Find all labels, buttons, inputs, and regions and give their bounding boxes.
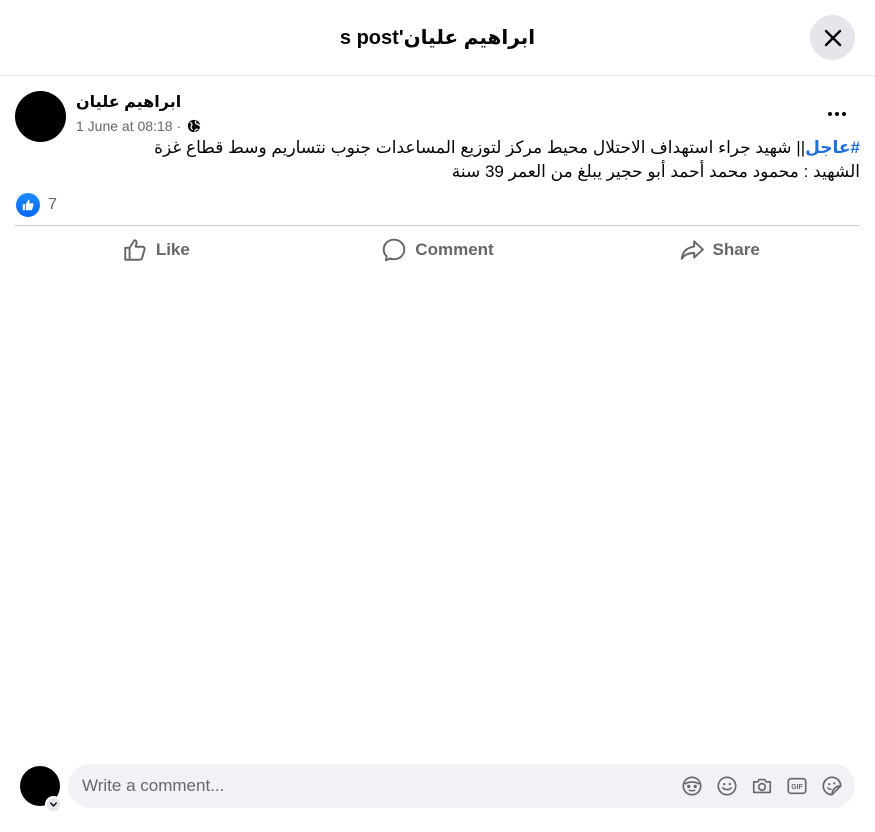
more-dot <box>835 112 839 116</box>
avatar-sticker-icon[interactable] <box>679 773 705 799</box>
post-line-1-text: || شهيد جراء استهداف الاحتلال محيط مركز … <box>154 138 806 157</box>
post-line-2: الشهيد : محمود محمد أحمد أبو حجير يبلغ م… <box>451 162 860 181</box>
author-name[interactable]: ابراهيم عليان <box>76 92 181 112</box>
comment-input[interactable] <box>82 776 679 796</box>
close-button[interactable] <box>810 15 855 60</box>
actions-divider <box>15 225 860 226</box>
composer-toolbar: GIF <box>679 773 845 799</box>
thumbs-up-icon <box>124 239 146 261</box>
reactions-summary[interactable]: 7 <box>16 193 57 217</box>
share-label: Share <box>712 240 760 259</box>
hashtag-link[interactable]: #عاجل <box>805 138 860 157</box>
comment-button[interactable]: Comment <box>297 232 579 268</box>
post-meta: 1 June at 08:18 · <box>76 118 201 134</box>
meta-separator: · <box>176 118 182 134</box>
share-icon <box>680 240 704 260</box>
post-date[interactable]: 1 June at 08:18 <box>76 118 173 134</box>
share-button[interactable]: Share <box>578 232 860 268</box>
svg-text:GIF: GIF <box>791 784 802 791</box>
comment-label: Comment <box>415 240 494 259</box>
more-dot <box>842 112 846 116</box>
comment-icon <box>383 238 406 262</box>
post-text: #عاجل|| شهيد جراء استهداف الاحتلال محيط … <box>100 136 860 184</box>
dialog-header: ابراهيم عليان's post <box>0 0 875 76</box>
comment-composer: GIF <box>68 764 855 808</box>
author-avatar[interactable] <box>15 91 66 142</box>
like-button[interactable]: Like <box>15 232 297 268</box>
sticker-icon[interactable] <box>819 773 845 799</box>
dialog-title: ابراهيم عليان's post <box>339 27 536 49</box>
like-label: Like <box>155 240 190 259</box>
chevron-down-icon[interactable] <box>45 796 62 813</box>
gif-icon[interactable]: GIF <box>784 773 810 799</box>
emoji-icon[interactable] <box>714 773 740 799</box>
globe-icon[interactable] <box>187 119 201 133</box>
post-line-1: #عاجل|| شهيد جراء استهداف الاحتلال محيط … <box>100 136 860 160</box>
reaction-count: 7 <box>48 196 57 213</box>
more-options-button[interactable] <box>817 101 857 127</box>
more-options-icon <box>828 112 832 116</box>
close-icon <box>824 29 841 46</box>
post-dialog: ابراهيم عليان's post ابراهيم عليان 1 Jun… <box>0 0 875 832</box>
post-actions: Like Comment Share <box>15 232 860 268</box>
camera-icon[interactable] <box>749 773 775 799</box>
like-reaction-icon <box>16 193 40 217</box>
